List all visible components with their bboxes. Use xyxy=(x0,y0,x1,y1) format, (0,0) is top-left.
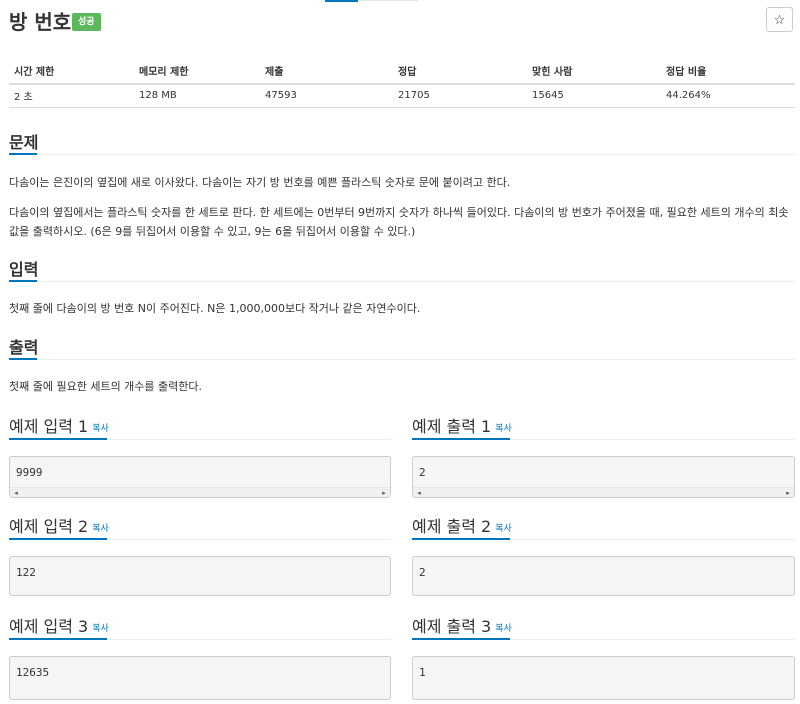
output-section-rule xyxy=(9,359,795,360)
sample-input-3-title: 예제 입력 3 복사 xyxy=(9,613,109,637)
sample-output-2-label: 예제 출력 2 xyxy=(412,517,492,536)
output-section-underline xyxy=(9,358,37,360)
problem-description-2: 다솜이의 옆집에서는 플라스틱 숫자를 한 세트로 판다. 한 세트에는 0번부… xyxy=(9,206,789,238)
value-memory-limit: 128 MB xyxy=(134,84,260,108)
input-section-title: 입력 xyxy=(9,260,39,279)
copy-sample-output-3-button[interactable]: 복사 xyxy=(495,624,512,634)
sample-output-2-text: 2 xyxy=(419,566,426,579)
value-submissions: 47593 xyxy=(260,84,393,108)
sample-input-2-label: 예제 입력 2 xyxy=(9,517,89,536)
header-time-limit: 시간 제한 xyxy=(9,58,134,85)
scroll-right-icon[interactable]: ▸ xyxy=(379,488,389,497)
sample-input-1-underline xyxy=(9,438,107,440)
sample-input-1-box[interactable]: 9999 ◂ ▸ xyxy=(9,456,391,498)
sample-output-1-underline xyxy=(412,438,510,440)
input-description: 첫째 줄에 다솜이의 방 번호 N이 주어진다. N은 1,000,000보다 … xyxy=(9,302,421,315)
sample-input-1-title: 예제 입력 1 복사 xyxy=(9,413,109,437)
sample-output-2-box[interactable]: 2 xyxy=(412,556,795,596)
problem-info-table: 시간 제한 메모리 제한 제출 정답 맞힌 사람 정답 비율 2 초 128 M… xyxy=(9,58,795,108)
header-solvers: 맞힌 사람 xyxy=(527,58,661,85)
sample-output-2-underline xyxy=(412,538,510,540)
problem-title: 방 번호 xyxy=(9,10,72,34)
scroll-left-icon[interactable]: ◂ xyxy=(11,488,21,497)
copy-sample-input-2-button[interactable]: 복사 xyxy=(92,524,109,534)
copy-sample-output-1-button[interactable]: 복사 xyxy=(495,424,512,434)
copy-sample-output-2-button[interactable]: 복사 xyxy=(495,524,512,534)
sample-input-2-box[interactable]: 122 xyxy=(9,556,391,596)
sample-output-1-text: 2 xyxy=(419,466,426,479)
sample-output-3-label: 예제 출력 3 xyxy=(412,617,492,636)
copy-sample-input-1-button[interactable]: 복사 xyxy=(92,424,109,434)
output-section-title: 출력 xyxy=(9,338,39,357)
header-ratio: 정답 비율 xyxy=(661,58,795,85)
table-header-row: 시간 제한 메모리 제한 제출 정답 맞힌 사람 정답 비율 xyxy=(9,58,795,85)
value-solvers: 15645 xyxy=(527,84,661,108)
header-submissions: 제출 xyxy=(260,58,393,85)
input-section-underline xyxy=(9,280,37,282)
sample-output-1-title: 예제 출력 1 복사 xyxy=(412,413,512,437)
output-description: 첫째 줄에 필요한 세트의 개수를 출력한다. xyxy=(9,380,203,393)
table-row: 2 초 128 MB 47593 21705 15645 44.264% xyxy=(9,84,795,108)
value-accepted: 21705 xyxy=(393,84,527,108)
header-memory-limit: 메모리 제한 xyxy=(134,58,260,85)
sample-output-1-box[interactable]: 2 ◂ ▸ xyxy=(412,456,795,498)
copy-sample-input-3-button[interactable]: 복사 xyxy=(92,624,109,634)
problem-section-underline xyxy=(9,153,37,155)
scroll-right-icon[interactable]: ▸ xyxy=(783,488,793,497)
sample-input-2-title: 예제 입력 2 복사 xyxy=(9,513,109,537)
sample-output-3-title: 예제 출력 3 복사 xyxy=(412,613,512,637)
horizontal-scrollbar[interactable]: ◂ ▸ xyxy=(10,487,390,497)
sample-output-3-underline xyxy=(412,638,510,640)
sample-input-3-text: 12635 xyxy=(16,666,50,679)
problem-section-rule xyxy=(9,154,795,155)
sample-input-3-underline xyxy=(9,638,107,640)
sample-input-3-label: 예제 입력 3 xyxy=(9,617,89,636)
sample-input-3-box[interactable]: 12635 xyxy=(9,656,391,700)
value-time-limit: 2 초 xyxy=(9,84,134,108)
sample-output-2-title: 예제 출력 2 복사 xyxy=(412,513,512,537)
sample-input-1-text: 9999 xyxy=(16,466,43,479)
sample-output-3-box[interactable]: 1 xyxy=(412,656,795,700)
tab-bar-border xyxy=(358,0,418,1)
value-ratio: 44.264% xyxy=(661,84,795,108)
sample-input-2-text: 122 xyxy=(16,566,36,579)
sample-input-2-underline xyxy=(9,538,107,540)
problem-description-1: 다솜이는 은진이의 옆집에 새로 이사왔다. 다솜이는 자기 방 번호를 예쁜 … xyxy=(9,176,511,189)
success-badge: 성공 xyxy=(72,13,101,31)
header-accepted: 정답 xyxy=(393,58,527,85)
scroll-left-icon[interactable]: ◂ xyxy=(414,488,424,497)
sample-output-1-label: 예제 출력 1 xyxy=(412,417,492,436)
sample-output-3-text: 1 xyxy=(419,666,426,679)
active-tab-indicator xyxy=(325,0,358,2)
input-section-rule xyxy=(9,281,795,282)
problem-section-title: 문제 xyxy=(9,133,39,152)
sample-input-1-label: 예제 입력 1 xyxy=(9,417,89,436)
horizontal-scrollbar[interactable]: ◂ ▸ xyxy=(413,487,794,497)
star-icon[interactable]: ☆ xyxy=(766,7,793,32)
